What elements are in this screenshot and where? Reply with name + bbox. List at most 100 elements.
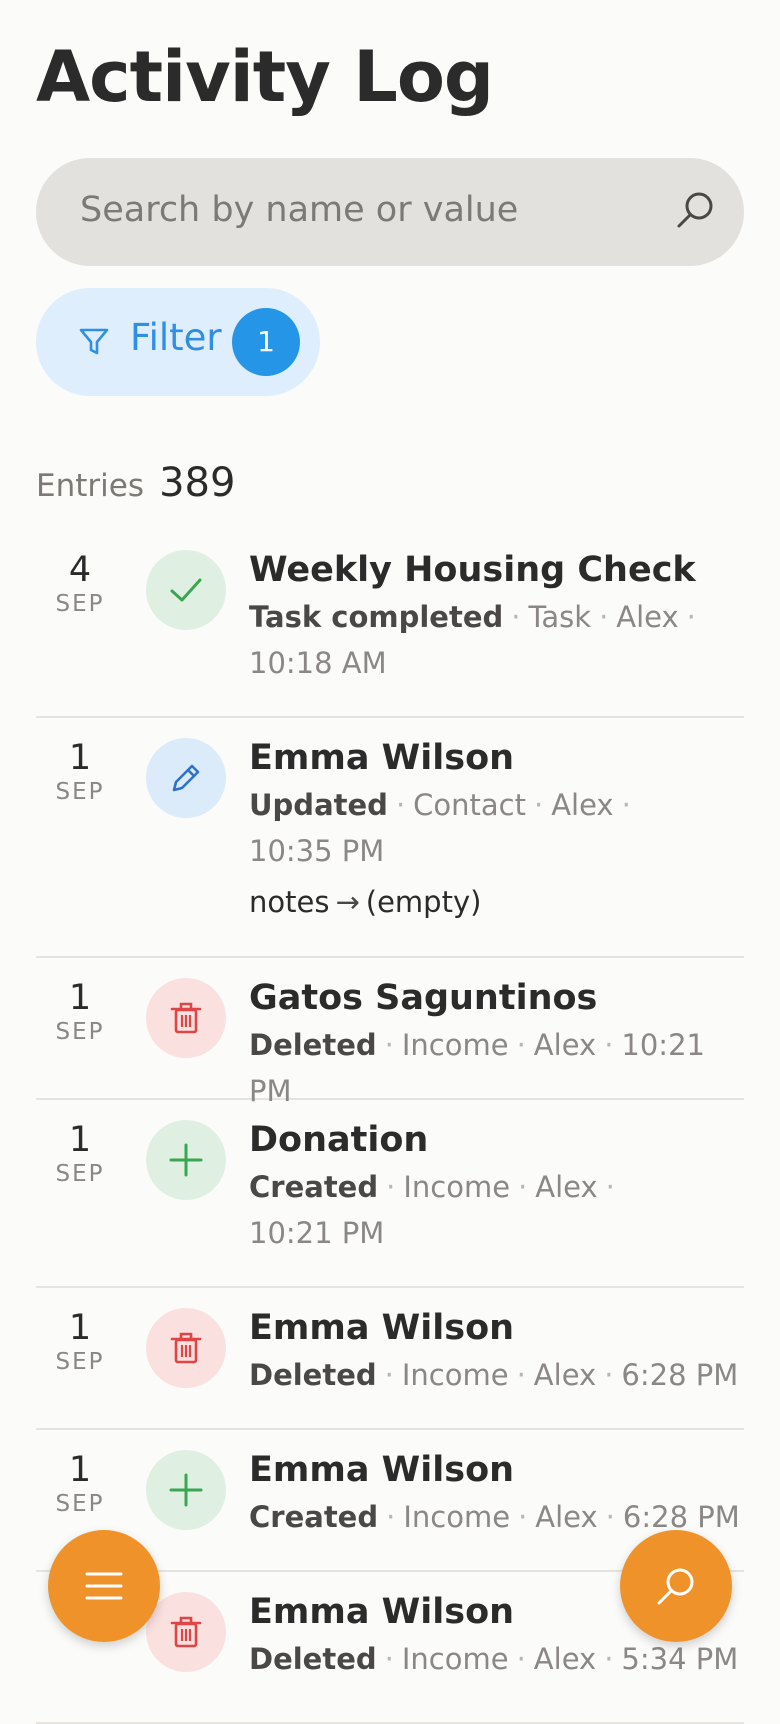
entry-month: SEP [55,1019,105,1045]
filter-icon [79,328,109,355]
entry-name: Emma Wilson [249,738,515,778]
log-entry[interactable]: 4 SEP Weekly Housing Check Task completed · T… [36,530,744,718]
entry-info: Gatos Saguntinos Deleted · Income · Alex · 10:2… [249,976,749,1114]
entry-action: Created [249,1170,379,1204]
separator-dot: · [516,1028,526,1062]
separator-dot: · [516,1358,526,1392]
entry-user: Alex [616,600,679,634]
search-bar[interactable]: Search by name or value [36,158,744,266]
separator-dot: · [621,788,631,822]
entry-change: notes → (empty) [249,882,749,922]
separator-dot: · [384,1358,394,1392]
entry-month: SEP [55,1491,105,1517]
separator-dot: · [516,1642,526,1676]
entry-info: Emma Wilson Deleted · Income · Alex · 6:28 PM [249,1306,749,1398]
trash-icon [170,1002,202,1034]
entry-info: Emma Wilson Updated · Contact · Alex · 10:35 PM… [249,736,749,922]
entry-day: 1 [68,738,92,778]
separator-dot: · [518,1500,528,1534]
search-input[interactable]: Search by name or value [80,190,518,230]
separator-dot: · [604,1642,614,1676]
entries-count: 389 [159,460,236,506]
separator-dot: · [384,1028,394,1062]
change-value: (empty) [365,885,482,919]
separator-dot: · [384,1642,394,1676]
separator-dot: · [533,788,544,822]
filter-label: Filter [130,316,222,359]
filter-count-badge: 1 [232,308,300,376]
entry-action: Deleted [249,1028,377,1062]
entry-time: 6:28 PM [621,1358,739,1392]
entry-type: Income [401,1358,509,1392]
entry-name: Gatos Saguntinos [249,978,598,1018]
entry-meta: Created · Income · Alex · 10:21 PM [249,1164,749,1256]
entry-day: 1 [68,1308,92,1348]
entry-meta: Updated · Contact · Alex · 10:35 PM [249,782,749,874]
search-icon [657,1568,694,1605]
entry-action: Updated [249,788,388,822]
entry-user: Alex [533,1642,597,1676]
entry-type: Income [401,1028,509,1062]
entry-date: 1 SEP [36,1308,124,1376]
entry-type: Task [528,600,592,634]
filter-button[interactable]: Filter 1 [36,288,320,396]
entry-meta: Deleted · Income · Alex · 6:28 PM [249,1352,749,1398]
plus-icon [169,1473,203,1507]
entry-action: Deleted [249,1358,377,1392]
entry-date: 1 SEP [36,1450,124,1518]
entry-type-badge [146,1450,226,1530]
entry-type-badge [146,738,226,818]
entry-type-badge [146,1592,226,1672]
log-entry[interactable]: 1 SEP Donation Created · Income · Alex · 10:21 PM [36,1100,744,1288]
entry-type: Income [403,1170,511,1204]
log-entry[interactable]: 1 SEP Emma Wilson Updated · Contact · Alex · 10:3… [36,718,744,958]
entry-month: SEP [55,1161,105,1187]
entry-day: 1 [68,1120,92,1160]
entry-date: 1 SEP [36,978,124,1046]
entry-time: 6:28 PM [622,1500,740,1534]
log-entry[interactable]: 1 SEP Gatos Saguntinos Deleted · Income · Alex ·… [36,958,744,1108]
entry-date: 1 SEP [36,738,124,806]
entry-action: Deleted [249,1642,377,1676]
separator-dot: · [386,1170,396,1204]
pencil-icon [172,764,200,792]
entries-summary: Entries 389 [36,460,235,506]
entry-action: Task completed [249,600,504,634]
separator-dot: · [605,1170,615,1204]
change-field: notes [249,885,330,919]
search-fab-button[interactable] [620,1530,732,1642]
entry-type-badge [146,1308,226,1388]
menu-fab-button[interactable] [48,1530,160,1642]
entry-time: 10:21 PM [249,1216,385,1250]
entry-name: Emma Wilson [249,1308,515,1348]
entry-info: Donation Created · Income · Alex · 10:21 PM [249,1118,749,1256]
trash-icon [170,1332,202,1364]
entry-time: 10:18 AM [249,646,387,680]
entry-type-badge [146,1120,226,1200]
entry-name: Emma Wilson [249,1450,515,1490]
separator-dot: · [686,600,696,634]
separator-dot: · [599,600,609,634]
entry-type-badge [146,550,226,630]
menu-icon [85,1572,123,1600]
checkmark-icon [170,578,202,602]
entry-meta: Task completed · Task · Alex · 10:18 AM [249,594,749,686]
entries-label: Entries [36,468,144,504]
entry-info: Weekly Housing Check Task completed · Task ·… [249,548,749,686]
search-icon[interactable] [674,188,718,232]
separator-dot: · [395,788,406,822]
entry-day: 4 [68,550,92,590]
log-entry[interactable]: 1 SEP Emma Wilson Deleted · Income · Alex · 6:28 … [36,1288,744,1430]
entry-user: Alex [535,1500,598,1534]
entry-name: Donation [249,1120,429,1160]
entry-type-badge [146,978,226,1058]
entry-user: Alex [535,1170,598,1204]
trash-icon [170,1616,202,1648]
entry-date: 1 SEP [36,1120,124,1188]
separator-dot: · [604,1358,614,1392]
entry-time: 5:34 PM [621,1642,739,1676]
entry-month: SEP [55,591,105,617]
entry-action: Created [249,1500,379,1534]
entry-name: Weekly Housing Check [249,550,696,590]
change-arrow: → [335,885,360,919]
